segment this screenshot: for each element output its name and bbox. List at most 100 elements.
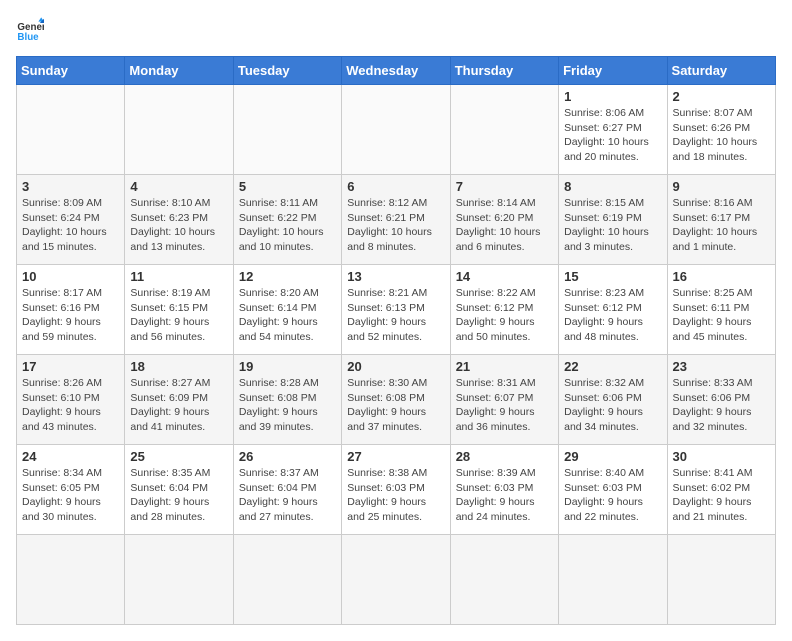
calendar-cell: 10 Sunrise: 8:17 AM Sunset: 6:16 PM Dayli… (17, 265, 125, 355)
day-info: Sunrise: 8:39 AM Sunset: 6:03 PM Dayligh… (456, 466, 553, 525)
day-number: 24 (22, 449, 119, 464)
day-number: 17 (22, 359, 119, 374)
day-info: Sunrise: 8:35 AM Sunset: 6:04 PM Dayligh… (130, 466, 227, 525)
weekday-header: Saturday (667, 57, 775, 85)
day-info: Sunrise: 8:19 AM Sunset: 6:15 PM Dayligh… (130, 286, 227, 345)
day-number: 25 (130, 449, 227, 464)
day-number: 26 (239, 449, 336, 464)
weekday-header: Friday (559, 57, 667, 85)
calendar-cell: 12Sunrise: 8:20 AM Sunset: 6:14 PM Dayli… (233, 265, 341, 355)
calendar-cell: 14Sunrise: 8:22 AM Sunset: 6:12 PM Dayli… (450, 265, 558, 355)
weekday-header: Wednesday (342, 57, 450, 85)
day-number: 18 (130, 359, 227, 374)
calendar-cell (125, 85, 233, 175)
day-info: Sunrise: 8:23 AM Sunset: 6:12 PM Dayligh… (564, 286, 661, 345)
day-info: Sunrise: 8:32 AM Sunset: 6:06 PM Dayligh… (564, 376, 661, 435)
calendar-cell: 2 Sunrise: 8:07 AM Sunset: 6:26 PM Daylig… (667, 85, 775, 175)
day-info: Sunrise: 8:15 AM Sunset: 6:19 PM Dayligh… (564, 196, 661, 255)
day-number: 2 (673, 89, 770, 104)
day-number: 10 (22, 269, 119, 284)
calendar-table: SundayMondayTuesdayWednesdayThursdayFrid… (16, 56, 776, 625)
calendar-body: 1Sunrise: 8:06 AM Sunset: 6:27 PM Daylig… (17, 85, 776, 625)
calendar-cell: 4Sunrise: 8:10 AM Sunset: 6:23 PM Daylig… (125, 175, 233, 265)
day-number: 27 (347, 449, 444, 464)
calendar-cell (559, 535, 667, 625)
calendar-cell: 18 Sunrise: 8:27 AM Sunset: 6:09 PM Dayli… (125, 355, 233, 445)
day-info: Sunrise: 8:27 AM Sunset: 6:09 PM Dayligh… (130, 376, 227, 435)
calendar-cell (233, 85, 341, 175)
day-info: Sunrise: 8:14 AM Sunset: 6:20 PM Dayligh… (456, 196, 553, 255)
day-number: 13 (347, 269, 444, 284)
day-info: Sunrise: 8:09 AM Sunset: 6:24 PM Dayligh… (22, 196, 119, 255)
day-number: 20 (347, 359, 444, 374)
day-number: 30 (673, 449, 770, 464)
day-number: 22 (564, 359, 661, 374)
calendar-cell (17, 535, 125, 625)
calendar-cell (233, 535, 341, 625)
calendar-cell: 25 Sunrise: 8:35 AM Sunset: 6:04 PM Dayli… (125, 445, 233, 535)
day-number: 28 (456, 449, 553, 464)
calendar-cell: 27 Sunrise: 8:38 AM Sunset: 6:03 PM Dayli… (342, 445, 450, 535)
svg-text:Blue: Blue (17, 32, 39, 43)
logo: General Blue (16, 16, 46, 44)
day-info: Sunrise: 8:10 AM Sunset: 6:23 PM Dayligh… (130, 196, 227, 255)
day-number: 3 (22, 179, 119, 194)
day-info: Sunrise: 8:33 AM Sunset: 6:06 PM Dayligh… (673, 376, 770, 435)
day-info: Sunrise: 8:17 AM Sunset: 6:16 PM Dayligh… (22, 286, 119, 345)
day-info: Sunrise: 8:25 AM Sunset: 6:11 PM Dayligh… (673, 286, 770, 345)
calendar-cell (450, 535, 558, 625)
calendar-cell: 11Sunrise: 8:19 AM Sunset: 6:15 PM Dayli… (125, 265, 233, 355)
calendar-cell: 5Sunrise: 8:11 AM Sunset: 6:22 PM Daylig… (233, 175, 341, 265)
calendar-cell (667, 535, 775, 625)
day-number: 21 (456, 359, 553, 374)
calendar-cell: 8 Sunrise: 8:15 AM Sunset: 6:19 PM Daylig… (559, 175, 667, 265)
calendar-cell: 16 Sunrise: 8:25 AM Sunset: 6:11 PM Dayli… (667, 265, 775, 355)
day-number: 23 (673, 359, 770, 374)
calendar-cell: 9Sunrise: 8:16 AM Sunset: 6:17 PM Daylig… (667, 175, 775, 265)
calendar-cell: 20Sunrise: 8:30 AM Sunset: 6:08 PM Dayli… (342, 355, 450, 445)
day-number: 29 (564, 449, 661, 464)
calendar-cell: 19 Sunrise: 8:28 AM Sunset: 6:08 PM Dayli… (233, 355, 341, 445)
calendar-cell: 1Sunrise: 8:06 AM Sunset: 6:27 PM Daylig… (559, 85, 667, 175)
day-info: Sunrise: 8:06 AM Sunset: 6:27 PM Dayligh… (564, 106, 661, 165)
weekday-header: Tuesday (233, 57, 341, 85)
day-info: Sunrise: 8:12 AM Sunset: 6:21 PM Dayligh… (347, 196, 444, 255)
calendar-cell: 6 Sunrise: 8:12 AM Sunset: 6:21 PM Daylig… (342, 175, 450, 265)
calendar-cell (17, 85, 125, 175)
calendar-cell: 28 Sunrise: 8:39 AM Sunset: 6:03 PM Dayli… (450, 445, 558, 535)
calendar-cell (450, 85, 558, 175)
day-info: Sunrise: 8:34 AM Sunset: 6:05 PM Dayligh… (22, 466, 119, 525)
calendar-header: SundayMondayTuesdayWednesdayThursdayFrid… (17, 57, 776, 85)
day-info: Sunrise: 8:37 AM Sunset: 6:04 PM Dayligh… (239, 466, 336, 525)
calendar-cell: 15Sunrise: 8:23 AM Sunset: 6:12 PM Dayli… (559, 265, 667, 355)
day-number: 7 (456, 179, 553, 194)
day-info: Sunrise: 8:40 AM Sunset: 6:03 PM Dayligh… (564, 466, 661, 525)
calendar-cell: 22 Sunrise: 8:32 AM Sunset: 6:06 PM Dayli… (559, 355, 667, 445)
day-info: Sunrise: 8:38 AM Sunset: 6:03 PM Dayligh… (347, 466, 444, 525)
calendar-cell (342, 85, 450, 175)
day-info: Sunrise: 8:41 AM Sunset: 6:02 PM Dayligh… (673, 466, 770, 525)
day-info: Sunrise: 8:16 AM Sunset: 6:17 PM Dayligh… (673, 196, 770, 255)
calendar-cell: 13Sunrise: 8:21 AM Sunset: 6:13 PM Dayli… (342, 265, 450, 355)
logo-icon: General Blue (16, 16, 44, 44)
weekday-header: Monday (125, 57, 233, 85)
day-info: Sunrise: 8:31 AM Sunset: 6:07 PM Dayligh… (456, 376, 553, 435)
weekday-header: Sunday (17, 57, 125, 85)
calendar-cell: 7 Sunrise: 8:14 AM Sunset: 6:20 PM Daylig… (450, 175, 558, 265)
calendar-cell: 3 Sunrise: 8:09 AM Sunset: 6:24 PM Daylig… (17, 175, 125, 265)
day-number: 19 (239, 359, 336, 374)
day-number: 6 (347, 179, 444, 194)
day-info: Sunrise: 8:20 AM Sunset: 6:14 PM Dayligh… (239, 286, 336, 345)
day-number: 8 (564, 179, 661, 194)
calendar-cell: 30 Sunrise: 8:41 AM Sunset: 6:02 PM Dayli… (667, 445, 775, 535)
calendar-cell: 21 Sunrise: 8:31 AM Sunset: 6:07 PM Dayli… (450, 355, 558, 445)
day-info: Sunrise: 8:11 AM Sunset: 6:22 PM Dayligh… (239, 196, 336, 255)
calendar-cell: 24 Sunrise: 8:34 AM Sunset: 6:05 PM Dayli… (17, 445, 125, 535)
day-number: 16 (673, 269, 770, 284)
day-info: Sunrise: 8:26 AM Sunset: 6:10 PM Dayligh… (22, 376, 119, 435)
day-info: Sunrise: 8:22 AM Sunset: 6:12 PM Dayligh… (456, 286, 553, 345)
calendar-cell: 29 Sunrise: 8:40 AM Sunset: 6:03 PM Dayli… (559, 445, 667, 535)
day-info: Sunrise: 8:07 AM Sunset: 6:26 PM Dayligh… (673, 106, 770, 165)
day-info: Sunrise: 8:28 AM Sunset: 6:08 PM Dayligh… (239, 376, 336, 435)
calendar-cell (342, 535, 450, 625)
